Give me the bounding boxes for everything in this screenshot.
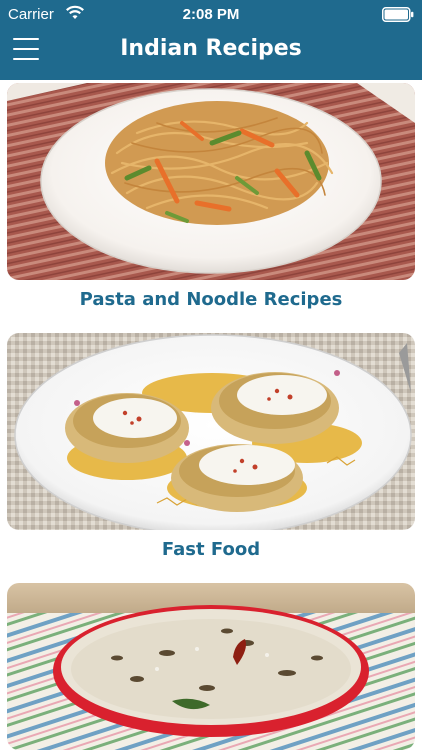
navigation-bar: Indian Recipes xyxy=(0,30,422,80)
raita-bowl-photo[interactable] xyxy=(7,583,415,750)
category-card-fast-food[interactable]: Fast Food xyxy=(7,333,415,573)
battery-icon xyxy=(382,7,414,22)
category-card-pasta-noodles[interactable]: Pasta and Noodle Recipes xyxy=(7,83,415,323)
category-label: Fast Food xyxy=(161,539,261,560)
status-time: 2:08 PM xyxy=(182,6,240,23)
page-title: Indian Recipes xyxy=(120,36,302,61)
category-label: Pasta and Noodle Recipes xyxy=(79,289,343,310)
category-card-raita[interactable] xyxy=(7,583,415,750)
noodles-plate-photo[interactable] xyxy=(7,83,415,280)
status-bar: Carrier 2:08 PM xyxy=(0,0,422,30)
dahi-puri-chaat-photo[interactable] xyxy=(7,333,415,530)
